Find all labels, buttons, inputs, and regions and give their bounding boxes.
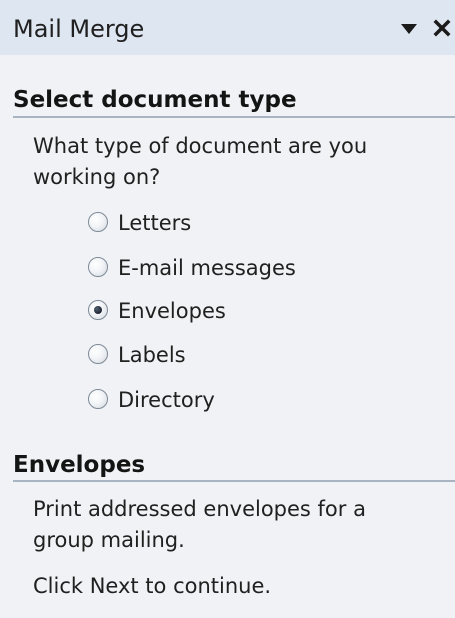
radio-button[interactable]: [88, 212, 108, 232]
triangle-down-icon: [401, 24, 417, 34]
close-icon: [433, 19, 451, 37]
radio-label-email-messages: E-mail messages: [118, 256, 296, 280]
radio-selected-dot: [94, 306, 102, 314]
mail-merge-pane: Mail Merge Select document type What typ…: [0, 0, 455, 618]
radio-option-envelopes[interactable]: Envelopes: [88, 294, 388, 328]
radio-button[interactable]: [88, 257, 108, 277]
document-type-question-line-1: What type of document are you: [33, 134, 368, 158]
envelopes-description-line-2: group mailing.: [33, 528, 185, 552]
radio-option-directory[interactable]: Directory: [88, 383, 388, 417]
radio-label-letters: Letters: [118, 211, 192, 235]
envelopes-heading: Envelopes: [13, 452, 146, 478]
radio-option-letters[interactable]: Letters: [88, 206, 388, 240]
envelopes-description-line-1: Print addressed envelopes for a: [33, 497, 366, 521]
select-document-type-heading: Select document type: [13, 87, 297, 113]
section-divider: [13, 480, 455, 482]
radio-label-labels: Labels: [118, 343, 186, 367]
close-pane-button[interactable]: [430, 13, 455, 43]
next-step-hint: Click Next to continue.: [33, 574, 272, 598]
pane-title: Mail Merge: [13, 15, 145, 43]
pane-options-button[interactable]: [398, 15, 420, 41]
radio-option-labels[interactable]: Labels: [88, 338, 388, 372]
section-divider: [13, 116, 455, 118]
document-type-question-line-2: working on?: [33, 165, 161, 189]
radio-label-envelopes: Envelopes: [118, 299, 226, 323]
radio-label-directory: Directory: [118, 388, 215, 412]
radio-button[interactable]: [88, 344, 108, 364]
radio-button-selected[interactable]: [88, 300, 108, 320]
radio-button[interactable]: [88, 389, 108, 409]
pane-title-bar: Mail Merge: [0, 0, 455, 55]
radio-option-email-messages[interactable]: E-mail messages: [88, 251, 388, 285]
